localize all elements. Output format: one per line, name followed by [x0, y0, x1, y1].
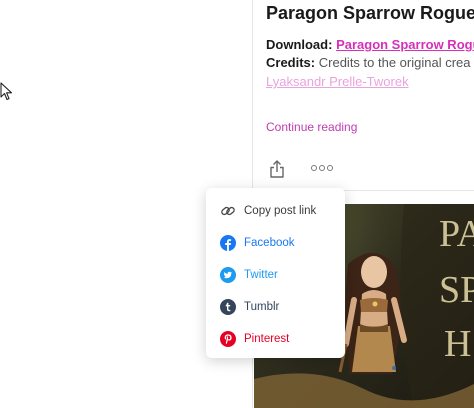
pinterest-icon: [220, 331, 236, 347]
link-icon: [221, 206, 235, 216]
menu-item-label: Pinterest: [244, 333, 290, 345]
menu-item-label: Tumblr: [244, 301, 280, 313]
menu-item-label: Twitter: [244, 269, 278, 281]
mouse-cursor-icon: [0, 82, 13, 101]
twitter-icon: [220, 267, 236, 283]
menu-item-pinterest[interactable]: Pinterest: [220, 329, 342, 349]
download-link[interactable]: Paragon Sparrow Rogue: [336, 37, 474, 52]
credits-text: Credits to the original crea: [318, 55, 471, 70]
more-options-icon[interactable]: [310, 160, 334, 176]
credits-label: Credits:: [266, 55, 316, 70]
post-title[interactable]: Paragon Sparrow Rogue: [266, 3, 474, 24]
menu-item-twitter[interactable]: Twitter: [220, 265, 342, 285]
download-line: Download: Paragon Sparrow Rogue: [266, 37, 474, 52]
menu-item-tumblr[interactable]: Tumblr: [220, 297, 342, 317]
download-label: Download:: [266, 37, 333, 52]
hero-title-line-2: SP: [439, 269, 474, 311]
share-menu: Copy post link Facebook Twitter Tumblr P…: [206, 188, 345, 358]
menu-item-facebook[interactable]: Facebook: [220, 233, 342, 253]
dot: [319, 165, 325, 171]
hero-title-line-1: PA: [439, 213, 474, 255]
hero-title-line-3: H: [444, 323, 471, 365]
dot: [327, 165, 333, 171]
menu-item-label: Copy post link: [244, 205, 317, 217]
credits-line: Credits: Credits to the original crea: [266, 55, 471, 70]
menu-item-label: Facebook: [244, 237, 295, 249]
tumblr-icon: [220, 299, 236, 315]
continue-reading-link[interactable]: Continue reading: [266, 120, 357, 134]
dot: [311, 165, 317, 171]
menu-item-copy-link[interactable]: Copy post link: [220, 201, 342, 221]
author-link[interactable]: Lyaksandr Prelle-Tworek: [266, 74, 409, 89]
facebook-icon: [220, 235, 236, 251]
share-icon[interactable]: [266, 158, 288, 180]
